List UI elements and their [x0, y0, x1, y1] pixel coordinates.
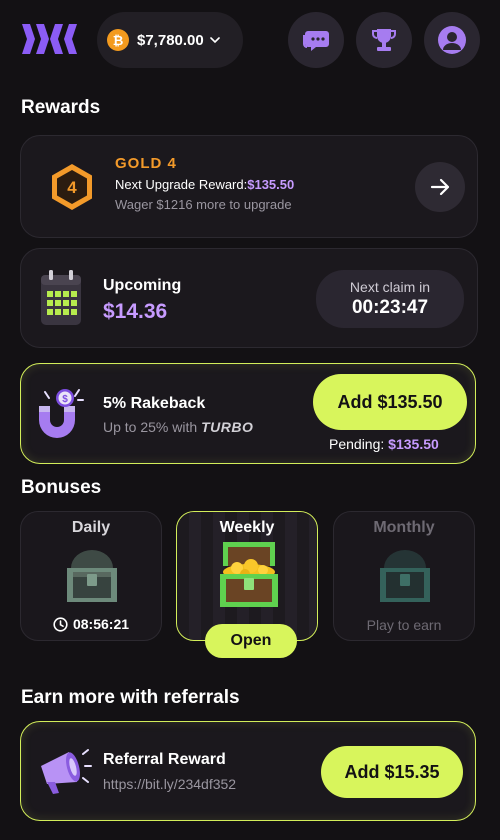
locked-chest-icon: [380, 550, 430, 602]
upcoming-card: Upcoming $14.36 Next claim in 00:23:47: [20, 248, 478, 348]
add-rakeback-button[interactable]: Add $135.50: [313, 374, 467, 430]
gold-tier-badge-icon: 4: [52, 164, 92, 210]
trophy-button[interactable]: [356, 12, 412, 68]
balance-selector[interactable]: ₿ $7,780.00: [97, 12, 243, 68]
upcoming-amount: $14.36: [103, 300, 168, 323]
wager-requirement: Wager $1216 more to upgrade: [115, 197, 292, 212]
calendar-icon: [41, 270, 81, 325]
chest-icon: [67, 550, 117, 602]
upcoming-label: Upcoming: [103, 277, 182, 294]
rakeback-title: 5% Rakeback: [103, 395, 206, 412]
rakeback-pending: Pending: $135.50: [329, 436, 439, 452]
next-upgrade-reward: Next Upgrade Reward:$135.50: [115, 177, 294, 192]
logo-icon[interactable]: [22, 24, 84, 54]
referral-card: Referral Reward https://bit.ly/234df352 …: [20, 721, 476, 821]
rakeback-subtitle: Up to 25% with TURBO: [103, 419, 253, 435]
bonus-monthly-footer: Play to earn: [366, 617, 442, 633]
next-upgrade-label: Next Upgrade Reward:: [115, 177, 248, 192]
bonus-weekly-card[interactable]: Weekly Open: [176, 511, 318, 658]
bitcoin-icon: ₿: [107, 29, 129, 51]
add-referral-reward-button[interactable]: Add $15.35: [321, 746, 463, 798]
arrow-right-icon: [430, 178, 450, 196]
tier-name: GOLD 4: [115, 155, 177, 172]
bonuses-title: Bonuses: [21, 477, 102, 498]
referrals-title: Earn more with referrals: [21, 687, 240, 708]
rakeback-subtitle-text: Up to 25% with: [103, 419, 198, 435]
profile-icon: [438, 26, 466, 54]
svg-text:$: $: [62, 394, 68, 405]
rewards-title: Rewards: [21, 97, 101, 118]
megaphone-icon: [41, 749, 92, 794]
tier-details-button[interactable]: [415, 162, 465, 212]
magnet-icon: $: [39, 389, 84, 438]
rakeback-card: $ 5% Rakeback Up to 25% with TURBO Add $…: [20, 363, 476, 464]
next-upgrade-value: $135.50: [247, 177, 295, 192]
turbo-brand: TURBO: [201, 419, 254, 435]
bonus-monthly-title: Monthly: [373, 519, 435, 536]
chat-icon: [303, 31, 329, 51]
svg-text:4: 4: [67, 178, 77, 197]
referral-reward-title: Referral Reward: [103, 751, 226, 768]
next-claim-label: Next claim in: [349, 279, 431, 295]
pending-label: Pending:: [329, 436, 385, 452]
referral-link[interactable]: https://bit.ly/234df352: [103, 776, 236, 792]
chevron-down-icon: [209, 37, 220, 44]
bonus-daily-time: 08:56:21: [72, 616, 130, 632]
bonus-weekly-title: Weekly: [219, 519, 275, 536]
next-claim-timer: Next claim in 00:23:47: [316, 270, 464, 328]
pending-value: $135.50: [388, 436, 439, 452]
open-weekly-bonus-button[interactable]: Open: [205, 624, 297, 658]
tier-card: 4 GOLD 4 Next Upgrade Reward:$135.50 Wag…: [20, 135, 478, 238]
balance-amount: $7,780.00: [137, 31, 204, 49]
bonus-monthly-card[interactable]: Monthly Play to earn: [333, 511, 475, 641]
trophy-icon: [372, 29, 396, 51]
bonus-daily-title: Daily: [71, 519, 111, 536]
bonus-daily-timer: 08:56:21: [21, 616, 161, 632]
profile-button[interactable]: [424, 12, 480, 68]
clock-icon: [53, 616, 68, 632]
next-claim-time: 00:23:47: [351, 297, 429, 318]
open-chest-icon: [220, 542, 278, 607]
chat-button[interactable]: [288, 12, 344, 68]
bonus-daily-card[interactable]: Daily 08:56:21: [20, 511, 162, 641]
